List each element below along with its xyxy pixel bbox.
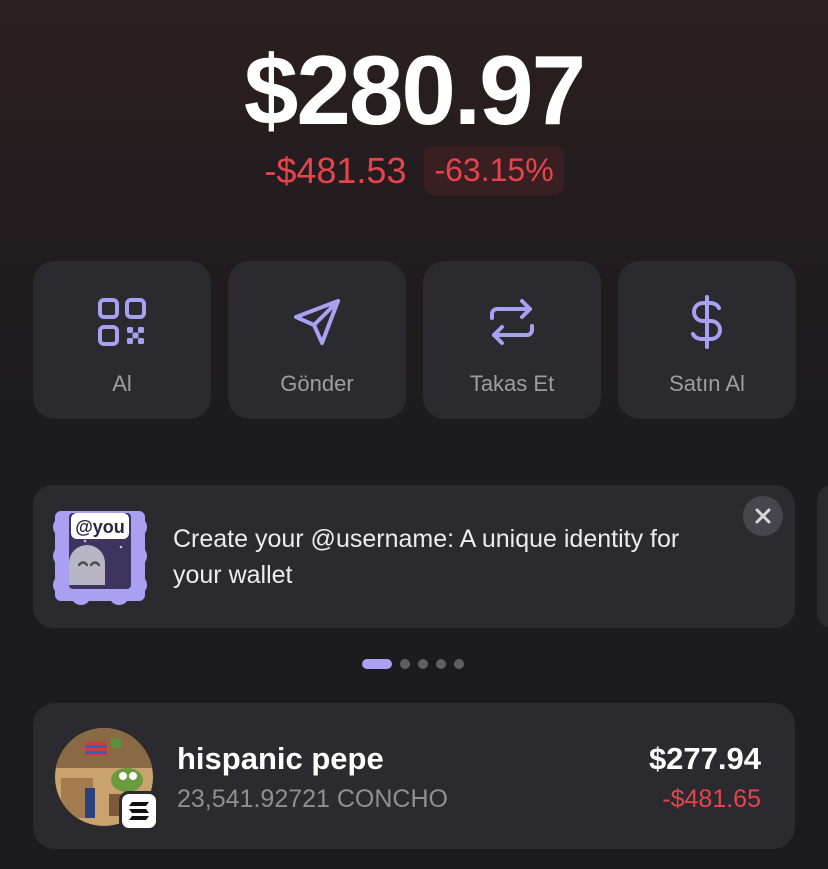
- username-badge-icon: @you: [51, 507, 149, 605]
- username-promo-banner[interactable]: @you Create your @username: A unique ide…: [33, 485, 795, 628]
- send-button-label: Gönder: [280, 371, 354, 396]
- buy-button-label: Satın Al: [669, 371, 745, 396]
- promo-message: Create your @username: A unique identity…: [173, 525, 680, 589]
- close-banner-button[interactable]: [743, 496, 783, 536]
- token-row[interactable]: hispanic pepe 23,541.92721 CONCHO $277.9…: [33, 703, 795, 849]
- receive-button[interactable]: Al: [33, 261, 211, 419]
- balance-change-amount: -$481.53: [264, 149, 407, 191]
- pager-dot[interactable]: [418, 659, 428, 669]
- solana-icon: [119, 791, 159, 831]
- token-value: $277.94: [648, 741, 761, 776]
- buy-button[interactable]: Satın Al: [618, 261, 796, 419]
- pager-dot-active[interactable]: [362, 659, 392, 669]
- send-icon: [290, 295, 344, 349]
- token-name: hispanic pepe: [177, 741, 384, 776]
- balance-change: -$481.53 -63.15%: [0, 146, 828, 195]
- swap-button[interactable]: Takas Et: [423, 261, 601, 419]
- qr-code-icon: [95, 295, 149, 349]
- next-promo-card-peek[interactable]: [817, 485, 828, 628]
- send-button[interactable]: Gönder: [228, 261, 406, 419]
- swap-button-label: Takas Et: [469, 371, 555, 396]
- username-badge-text: @you: [75, 517, 125, 537]
- receive-button-label: Al: [112, 371, 132, 396]
- dollar-icon: [680, 295, 734, 349]
- total-balance: $280.97: [243, 35, 586, 145]
- pager-dot[interactable]: [400, 659, 410, 669]
- close-icon: [755, 508, 771, 524]
- action-buttons: Al Gönder Takas Et Satın Al: [33, 261, 796, 419]
- token-change: -$481.65: [662, 785, 761, 813]
- token-quantity: 23,541.92721 CONCHO: [177, 785, 448, 813]
- swap-icon: [485, 295, 539, 349]
- pager-dot[interactable]: [454, 659, 464, 669]
- pager-dot[interactable]: [436, 659, 446, 669]
- promo-pager-dots: [362, 659, 464, 669]
- balance-change-percent-badge: -63.15%: [424, 146, 564, 195]
